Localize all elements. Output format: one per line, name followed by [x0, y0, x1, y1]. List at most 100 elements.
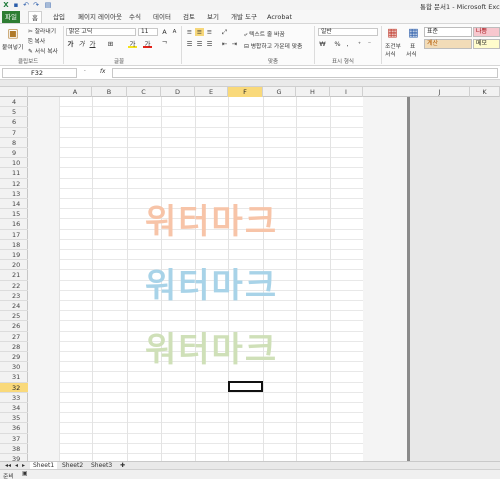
formula-input[interactable] — [112, 68, 498, 78]
column-header[interactable]: K — [470, 87, 500, 97]
accounting-icon[interactable]: ₩ — [318, 40, 327, 48]
row-header[interactable]: 6 — [0, 117, 28, 128]
grow-font-icon[interactable]: A — [160, 28, 169, 36]
row-header[interactable]: 34 — [0, 403, 28, 414]
row-header[interactable]: 20 — [0, 260, 28, 271]
shrink-font-icon[interactable]: A — [170, 28, 179, 36]
row-header[interactable]: 27 — [0, 332, 28, 342]
active-cell[interactable] — [228, 381, 263, 392]
row-header[interactable]: 23 — [0, 291, 28, 301]
style-memo[interactable]: 메모 — [473, 39, 500, 49]
row-header[interactable]: 22 — [0, 281, 28, 291]
row-header[interactable]: 36 — [0, 423, 28, 434]
conditional-format-label2[interactable]: 서식 — [385, 49, 396, 58]
comma-button[interactable]: , — [343, 40, 352, 48]
tab-data[interactable]: 데이터 — [150, 11, 174, 23]
row-header[interactable]: 21 — [0, 270, 28, 281]
column-header-selected[interactable]: F — [228, 87, 263, 97]
align-right-icon[interactable]: ☰ — [205, 40, 214, 48]
row-header[interactable]: 12 — [0, 179, 28, 189]
column-header[interactable]: E — [195, 87, 228, 97]
row-header[interactable]: 17 — [0, 230, 28, 240]
tab-developer[interactable]: 개발 도구 — [228, 11, 260, 23]
increase-decimal-icon[interactable]: ⁺ — [355, 40, 364, 48]
percent-button[interactable]: % — [333, 40, 342, 48]
column-header[interactable]: A — [59, 87, 92, 97]
tab-acrobat[interactable]: Acrobat — [264, 11, 295, 23]
row-header[interactable]: 28 — [0, 342, 28, 352]
row-header[interactable]: 16 — [0, 219, 28, 230]
tab-review[interactable]: 검토 — [180, 11, 198, 23]
tab-formulas[interactable]: 수식 — [126, 11, 144, 23]
format-as-table-icon[interactable]: ▦ — [407, 26, 420, 39]
increase-indent-icon[interactable]: ⇥ — [230, 40, 239, 48]
save-icon[interactable]: ▪ — [12, 1, 20, 9]
row-header[interactable]: 15 — [0, 209, 28, 220]
row-header[interactable]: 4 — [0, 97, 28, 108]
column-header[interactable]: J — [410, 87, 470, 97]
tab-insert[interactable]: 삽입 — [50, 11, 68, 23]
row-header[interactable]: 31 — [0, 372, 28, 383]
format-as-table-label2[interactable]: 서식 — [406, 49, 417, 58]
column-header[interactable]: D — [161, 87, 195, 97]
align-top-icon[interactable]: ≡ — [185, 28, 194, 36]
row-header[interactable]: 35 — [0, 413, 28, 424]
name-box[interactable]: F32 — [2, 68, 77, 78]
print-preview-icon[interactable]: ▤ — [44, 1, 52, 9]
row-header[interactable]: 37 — [0, 434, 28, 444]
tab-page-layout[interactable]: 페이지 레이아웃 — [75, 11, 125, 23]
orientation-icon[interactable]: ⤢ — [220, 28, 229, 36]
row-header[interactable]: 13 — [0, 189, 28, 199]
row-header[interactable]: 29 — [0, 352, 28, 363]
tab-file[interactable]: 파일 — [2, 11, 20, 23]
column-header[interactable]: G — [263, 87, 296, 97]
row-header[interactable]: 26 — [0, 321, 28, 332]
row-header[interactable]: 7 — [0, 128, 28, 138]
phonetic-icon[interactable]: ᄀ — [160, 40, 169, 48]
row-header[interactable]: 33 — [0, 393, 28, 403]
row-header[interactable]: 30 — [0, 362, 28, 373]
bold-button[interactable]: 가 — [66, 40, 75, 48]
undo-icon[interactable]: ↶ — [22, 1, 30, 9]
row-header-selected[interactable]: 32 — [0, 382, 28, 393]
copy-button[interactable]: ⎘ 복사 — [28, 36, 45, 46]
align-bottom-icon[interactable]: ≡ — [205, 28, 214, 36]
font-name-select[interactable]: 맑은 고딕 — [66, 28, 136, 36]
row-header[interactable]: 8 — [0, 138, 28, 148]
column-header[interactable]: I — [330, 87, 363, 97]
border-icon[interactable]: ⊞ — [106, 40, 115, 48]
italic-button[interactable]: 가 — [77, 40, 86, 48]
row-header[interactable]: 5 — [0, 107, 28, 118]
font-color-button[interactable]: 가 — [143, 40, 152, 48]
number-format-select[interactable]: 일반 — [318, 28, 378, 36]
row-header[interactable]: 9 — [0, 148, 28, 159]
format-painter-button[interactable]: ✎ 서식 복사 — [28, 46, 58, 55]
row-header[interactable]: 19 — [0, 250, 28, 261]
style-normal[interactable]: 표준 — [424, 27, 472, 37]
column-header[interactable]: H — [296, 87, 330, 97]
decrease-indent-icon[interactable]: ⇤ — [220, 40, 229, 48]
insert-function-icon[interactable]: fx — [100, 69, 105, 75]
fill-color-button[interactable]: 가 — [128, 40, 137, 48]
tab-home[interactable]: 홈 — [28, 11, 42, 23]
cancel-icon[interactable]: · — [84, 69, 86, 75]
row-header[interactable]: 11 — [0, 168, 28, 179]
align-left-icon[interactable]: ☰ — [185, 40, 194, 48]
wrap-text-button[interactable]: ⤶ 텍스트 줄 바꿈 — [244, 29, 285, 39]
row-header[interactable]: 24 — [0, 301, 28, 312]
paste-icon[interactable]: ▣ — [5, 26, 21, 40]
outside-print-area[interactable] — [410, 97, 500, 461]
style-calculation[interactable]: 계산 — [424, 39, 472, 49]
redo-icon[interactable]: ↷ — [32, 1, 40, 9]
align-middle-icon[interactable]: ≡ — [195, 28, 204, 36]
style-bad[interactable]: 나쁨 — [473, 27, 500, 37]
font-size-select[interactable]: 11 — [138, 28, 158, 36]
conditional-format-icon[interactable]: ▦ — [386, 26, 399, 39]
row-header[interactable]: 25 — [0, 311, 28, 322]
row-header[interactable]: 38 — [0, 444, 28, 454]
decrease-decimal-icon[interactable]: ⁻ — [365, 40, 374, 48]
macro-record-icon[interactable]: ▣ — [22, 471, 27, 477]
underline-button[interactable]: 가 — [88, 40, 97, 48]
select-all-corner[interactable] — [0, 87, 28, 97]
row-header[interactable]: 14 — [0, 199, 28, 210]
